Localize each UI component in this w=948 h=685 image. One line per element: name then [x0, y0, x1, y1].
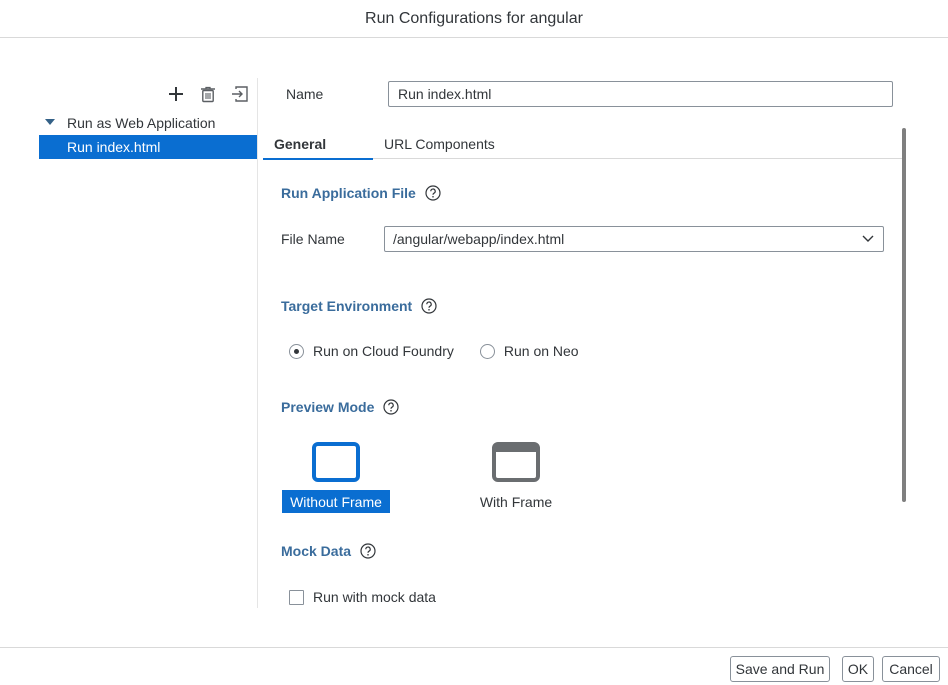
plus-icon[interactable]	[166, 84, 186, 104]
radio-run-on-cloud-foundry[interactable]: Run on Cloud Foundry	[289, 343, 454, 359]
preview-option-label: Without Frame	[282, 490, 390, 513]
radio-button[interactable]	[479, 343, 495, 359]
radio-label: Run on Cloud Foundry	[313, 343, 454, 359]
tab-url-components[interactable]: URL Components	[373, 128, 495, 159]
radio-label: Run on Neo	[503, 343, 579, 359]
section-mock-data: Mock Data	[281, 543, 376, 559]
ok-button[interactable]: OK	[842, 656, 874, 682]
section-target-environment: Target Environment	[281, 298, 437, 314]
file-name-value: /angular/webapp/index.html	[393, 231, 565, 247]
target-environment-radio-group: Run on Cloud Foundry Run on Neo	[289, 343, 579, 359]
mock-data-checkbox-row[interactable]: Run with mock data	[289, 589, 436, 605]
tree-node-label: Run as Web Application	[67, 115, 216, 131]
tree-node-run-index-html[interactable]: Run index.html	[39, 135, 257, 159]
run-configurations-dialog: Run Configurations for angular Run as We…	[0, 0, 948, 685]
cancel-button[interactable]: Cancel	[882, 656, 940, 682]
tab-general[interactable]: General	[263, 128, 373, 160]
radio-button-selected[interactable]	[289, 343, 304, 359]
import-icon[interactable]	[230, 84, 250, 104]
help-icon[interactable]	[360, 543, 376, 559]
tree-node-label: Run index.html	[67, 139, 161, 155]
mock-data-checkbox[interactable]	[289, 589, 304, 605]
vertical-scrollbar[interactable]	[902, 128, 906, 502]
section-title: Target Environment	[281, 298, 413, 314]
tree-toolbar	[150, 82, 250, 106]
help-icon[interactable]	[425, 185, 441, 201]
save-and-run-button[interactable]: Save and Run	[730, 656, 830, 682]
dialog-title: Run Configurations for angular	[0, 0, 948, 38]
section-title: Preview Mode	[281, 399, 375, 415]
tab-bar: General URL Components	[263, 128, 903, 160]
name-input[interactable]	[388, 81, 893, 107]
expand-arrow-icon[interactable]	[45, 118, 55, 128]
name-row: Name	[286, 81, 896, 107]
name-label: Name	[286, 86, 324, 102]
trash-icon[interactable]	[198, 84, 218, 104]
file-name-label: File Name	[281, 231, 345, 247]
dialog-footer: Save and Run OK Cancel	[0, 647, 948, 685]
preview-with-frame[interactable]: With Frame	[470, 441, 562, 513]
section-preview-mode: Preview Mode	[281, 399, 399, 415]
section-title: Run Application File	[281, 185, 416, 201]
checkbox-label: Run with mock data	[313, 589, 436, 605]
file-name-select[interactable]: /angular/webapp/index.html	[384, 226, 884, 252]
chevron-down-icon[interactable]	[853, 227, 883, 251]
radio-run-on-neo[interactable]: Run on Neo	[479, 343, 579, 359]
configuration-tree: Run as Web Application Run index.html	[39, 111, 257, 159]
window-without-frame-icon	[282, 441, 390, 483]
help-icon[interactable]	[383, 399, 399, 415]
section-run-application-file: Run Application File	[281, 185, 441, 201]
help-icon[interactable]	[421, 298, 437, 314]
preview-without-frame[interactable]: Without Frame	[282, 441, 390, 513]
section-title: Mock Data	[281, 543, 352, 559]
tree-node-run-as-web-application[interactable]: Run as Web Application	[39, 111, 257, 135]
pane-divider	[257, 78, 258, 608]
preview-option-label: With Frame	[479, 493, 553, 510]
window-with-frame-icon	[470, 441, 562, 483]
